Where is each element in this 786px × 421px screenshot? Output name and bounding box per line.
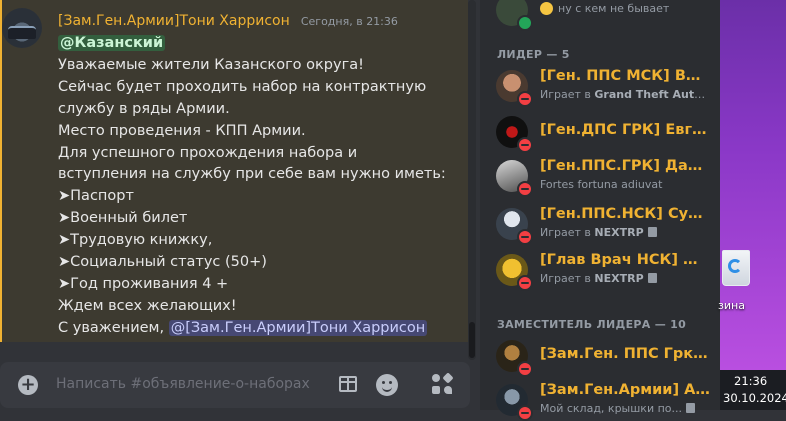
role-mention[interactable]: @Казанский [58,35,166,51]
message-timestamp: Сегодня, в 21:36 [300,15,398,28]
member-item[interactable]: ну с кем не бывает [496,0,712,31]
member-avatar [496,384,533,421]
message-composer[interactable]: + Написать #объявление-о-наборах [0,362,470,408]
dnd-status-icon [517,91,533,107]
member-activity: Играет в Grand Theft Auto S... [540,88,712,101]
plus-icon[interactable]: + [18,375,38,395]
taskbar-date[interactable]: 30.10.2024 [723,391,786,405]
member-name: [Ген.ДПС ГРК] Евген... [540,122,710,138]
member-item[interactable]: [Зам.Ген. ППС Грк]Ег... [496,336,712,377]
message-line: Место проведения - КПП Армии. [58,122,306,139]
member-item[interactable]: [Ген. ППС МСК] Ване... Играет в Grand Th… [496,66,712,107]
member-item[interactable]: [Ген.ППС.НСК] Сулей... Играет в NEXTRP [496,204,712,245]
apps-icon[interactable] [432,372,454,396]
message-line: службу в ряды Армии. [58,100,230,117]
taskbar-time[interactable]: 21:36 [734,374,767,388]
recycle-bin-label: зина [718,299,745,312]
author-name[interactable]: [Зам.Ген.Армии]Тони Харрисон [58,13,290,29]
online-status-icon [517,15,533,31]
member-avatar [496,116,533,153]
dnd-status-icon [517,137,533,153]
member-activity: Играет в NEXTRP [540,272,712,285]
message-line: вступления на службу при себе вам нужно … [58,166,446,183]
gift-icon[interactable] [339,376,357,392]
taskbar: 21:36 30.10.2024 [720,370,786,410]
emoji-icon[interactable] [376,374,398,396]
desktop-background [720,0,786,370]
chat-scrollbar[interactable] [468,0,476,360]
member-custom-status: Fortes fortuna adiuvat [540,178,663,191]
role-mention-line: @Казанский [58,33,458,55]
chat-area: [Зам.Ген.Армии]Тони Харрисон Сегодня, в … [0,0,480,410]
member-activity: Играет в NEXTRP [540,226,712,239]
member-name: [Ген.ППС.НСК] Сулей... [540,206,710,222]
message-body: @Казанский Уважаемые жители Казанского о… [58,33,458,340]
message-line: ➤Год проживания 4 + [58,275,229,292]
message-line: ➤Трудовую книжку, [58,232,213,249]
dnd-status-icon [517,275,533,291]
signature-line: С уважением, @[Зам.Ген.Армии]Тони Харрис… [58,318,458,340]
member-name: [Зам.Ген. ППС Грк]Ег... [540,346,710,362]
rich-presence-icon [647,227,657,237]
section-header-leaders: ЛИДЕР — 5 [497,48,570,61]
message-line: Ждем всех желающих! [58,297,237,314]
rich-presence-icon [686,403,696,413]
dnd-status-icon [517,361,533,377]
member-name: [Зам.Ген.Армии] Аму... [540,382,710,398]
member-name: [Ген. ППС МСК] Ване... [540,68,710,84]
member-avatar [496,254,533,291]
message-input[interactable]: Написать #объявление-о-наборах [56,376,310,392]
scroll-thumb[interactable] [469,322,475,358]
dnd-status-icon [517,229,533,245]
member-avatar [496,208,533,245]
member-item[interactable]: [Глав Врач НСК] Д. С... Играет в NEXTRP [496,250,712,291]
member-avatar [496,0,533,31]
message-line: Для успешного прохождения набора и [58,144,358,161]
member-name: [Ген.ППС.ГРК] Давид... [540,158,710,174]
member-name: [Глав Врач НСК] Д. С... [540,252,710,268]
message-line: Уважаемые жители Казанского округа! [58,56,364,73]
dnd-status-icon [517,405,533,421]
member-avatar [496,340,533,377]
message-line: Сейчас будет проходить набор на контракт… [58,78,427,95]
member-item[interactable]: [Ген.ППС.ГРК] Давид... Fortes fortuna ad… [496,156,712,197]
member-list: ну с кем не бывает ЛИДЕР — 5 [Ген. ППС М… [480,0,720,421]
emoji-status-icon [540,2,553,15]
member-custom-status: Мой склад, крышки по... [540,402,712,415]
section-header-deputies: ЗАМЕСТИТЕЛЬ ЛИДЕРА — 10 [497,318,687,331]
user-mention[interactable]: @[Зам.Ген.Армии]Тони Харрисон [168,319,428,336]
member-avatar [496,70,533,107]
message-line: ➤Паспорт [58,188,134,205]
dnd-status-icon [517,181,533,197]
author-avatar[interactable] [2,8,42,48]
signature-prefix: С уважением, [58,319,165,336]
member-item[interactable]: [Ген.ДПС ГРК] Евген... [496,112,712,153]
custom-status: ну с кем не бывает [558,2,670,15]
recycle-bin-icon[interactable] [722,250,750,286]
member-avatar [496,160,533,197]
message-header: [Зам.Ген.Армии]Тони Харрисон Сегодня, в … [58,10,398,29]
message-line: ➤Военный билет [58,210,188,227]
rich-presence-icon [647,273,657,283]
highlighted-message[interactable]: [Зам.Ген.Армии]Тони Харрисон Сегодня, в … [0,0,468,342]
member-item[interactable]: [Зам.Ген.Армии] Аму... Мой склад, крышки… [496,380,712,421]
message-line: ➤Социальный статус (50+) [58,254,267,271]
